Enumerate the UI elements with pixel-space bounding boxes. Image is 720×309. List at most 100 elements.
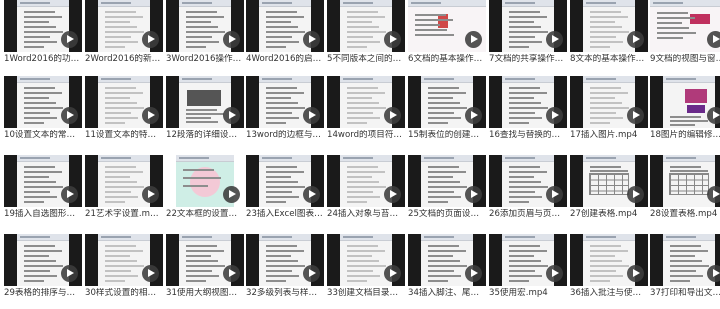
play-circle-icon[interactable] [384, 186, 401, 203]
play-circle-icon[interactable] [627, 31, 644, 48]
video-title[interactable]: 29表格的排序与… [4, 288, 86, 299]
video-title[interactable]: 14word的项目符… [327, 130, 409, 141]
video-tile[interactable]: 17插入图片.mp4 [570, 76, 648, 152]
video-thumbnail[interactable] [489, 234, 567, 286]
video-title[interactable]: 8文本的基本操作… [570, 54, 652, 65]
video-thumbnail[interactable] [408, 76, 486, 128]
video-tile[interactable]: 9文档的视图与窗… [650, 0, 720, 76]
play-circle-icon[interactable] [142, 107, 159, 124]
video-thumbnail[interactable] [570, 155, 648, 207]
video-thumbnail[interactable] [246, 76, 324, 128]
video-title[interactable]: 9文档的视图与窗… [650, 54, 720, 65]
video-thumbnail[interactable] [570, 76, 648, 128]
video-title[interactable]: 11设置文本的特… [85, 130, 167, 141]
video-thumbnail[interactable] [85, 155, 163, 207]
video-tile[interactable]: 24插入对象与苔… [327, 155, 405, 231]
video-title[interactable]: 6文档的基本操作… [408, 54, 490, 65]
play-circle-icon[interactable] [546, 265, 563, 282]
video-thumbnail[interactable] [327, 155, 405, 207]
play-circle-icon[interactable] [465, 31, 482, 48]
video-title[interactable]: 10设置文本的常… [4, 130, 86, 141]
video-tile[interactable]: 8文本的基本操作… [570, 0, 648, 76]
video-tile[interactable]: 10设置文本的常… [4, 76, 82, 152]
video-tile[interactable]: 11设置文本的特… [85, 76, 163, 152]
video-thumbnail[interactable] [408, 155, 486, 207]
video-tile[interactable]: 14word的项目符… [327, 76, 405, 152]
play-circle-icon[interactable] [142, 186, 159, 203]
video-title[interactable]: 26添加页眉与页… [489, 209, 571, 220]
play-circle-icon[interactable] [546, 31, 563, 48]
video-thumbnail[interactable] [85, 0, 163, 52]
play-circle-icon[interactable] [303, 186, 320, 203]
play-circle-icon[interactable] [223, 31, 240, 48]
video-title[interactable]: 33创建文档目录… [327, 288, 409, 299]
video-tile[interactable]: 35使用宏.mp4 [489, 234, 567, 309]
video-tile[interactable]: 18图片的编辑修… [650, 76, 720, 152]
video-title[interactable]: 34插入脚注、尾… [408, 288, 490, 299]
play-circle-icon[interactable] [303, 107, 320, 124]
video-title[interactable]: 25文档的页面设… [408, 209, 490, 220]
video-thumbnail[interactable] [166, 76, 244, 128]
play-circle-icon[interactable] [627, 186, 644, 203]
video-tile[interactable]: 33创建文档目录… [327, 234, 405, 309]
play-circle-icon[interactable] [223, 265, 240, 282]
video-thumbnail[interactable] [4, 155, 82, 207]
video-tile[interactable]: 21艺术字设置.m… [85, 155, 163, 231]
play-circle-icon[interactable] [707, 186, 720, 203]
play-circle-icon[interactable] [303, 31, 320, 48]
play-circle-icon[interactable] [223, 186, 240, 203]
video-thumbnail[interactable] [85, 76, 163, 128]
video-thumbnail[interactable] [327, 76, 405, 128]
video-thumbnail[interactable] [570, 0, 648, 52]
play-circle-icon[interactable] [465, 265, 482, 282]
video-title[interactable]: 27创建表格.mp4 [570, 209, 652, 220]
video-title[interactable]: 30样式设置的相… [85, 288, 167, 299]
video-thumbnail[interactable] [246, 155, 324, 207]
video-title[interactable]: 22文本框的设置… [166, 209, 248, 220]
video-tile[interactable]: 28设置表格.mp4 [650, 155, 720, 231]
video-thumbnail[interactable] [166, 155, 244, 207]
video-title[interactable]: 17插入图片.mp4 [570, 130, 652, 141]
video-title[interactable]: 32多级列表与样… [246, 288, 328, 299]
video-thumbnail[interactable] [4, 0, 82, 52]
video-tile[interactable]: 22文本框的设置… [166, 155, 244, 231]
video-thumbnail[interactable] [166, 0, 244, 52]
video-thumbnail[interactable] [85, 234, 163, 286]
video-tile[interactable]: 2Word2016的新… [85, 0, 163, 76]
play-circle-icon[interactable] [546, 186, 563, 203]
video-title[interactable]: 23插入Excel图表… [246, 209, 328, 220]
video-title[interactable]: 21艺术字设置.m… [85, 209, 167, 220]
video-tile[interactable]: 3Word2016操作… [166, 0, 244, 76]
video-tile[interactable]: 31使用大纲视图… [166, 234, 244, 309]
video-thumbnail[interactable] [570, 234, 648, 286]
video-title[interactable]: 28设置表格.mp4 [650, 209, 720, 220]
video-title[interactable]: 37打印和导出文… [650, 288, 720, 299]
play-circle-icon[interactable] [61, 186, 78, 203]
video-tile[interactable]: 32多级列表与样… [246, 234, 324, 309]
play-circle-icon[interactable] [303, 265, 320, 282]
video-title[interactable]: 18图片的编辑修… [650, 130, 720, 141]
video-tile[interactable]: 34插入脚注、尾… [408, 234, 486, 309]
video-thumbnail[interactable] [650, 76, 720, 128]
video-title[interactable]: 5不同版本之间的… [327, 54, 409, 65]
video-thumbnail[interactable] [327, 0, 405, 52]
video-title[interactable]: 13word的边框与… [246, 130, 328, 141]
video-thumbnail[interactable] [650, 155, 720, 207]
video-title[interactable]: 2Word2016的新… [85, 54, 167, 65]
play-circle-icon[interactable] [465, 186, 482, 203]
video-thumbnail[interactable] [650, 234, 720, 286]
video-title[interactable]: 19插入自选图形… [4, 209, 86, 220]
play-circle-icon[interactable] [142, 31, 159, 48]
play-circle-icon[interactable] [61, 31, 78, 48]
video-tile[interactable]: 15制表位的创建… [408, 76, 486, 152]
video-tile[interactable]: 4Word2016的启… [246, 0, 324, 76]
video-tile[interactable]: 26添加页眉与页… [489, 155, 567, 231]
video-thumbnail[interactable] [327, 234, 405, 286]
video-title[interactable]: 1Word2016的功… [4, 54, 86, 65]
video-thumbnail[interactable] [650, 0, 720, 52]
video-tile[interactable]: 36插入批注与使… [570, 234, 648, 309]
video-tile[interactable]: 25文档的页面设… [408, 155, 486, 231]
video-thumbnail[interactable] [246, 0, 324, 52]
video-title[interactable]: 36插入批注与使… [570, 288, 652, 299]
video-title[interactable]: 24插入对象与苔… [327, 209, 409, 220]
